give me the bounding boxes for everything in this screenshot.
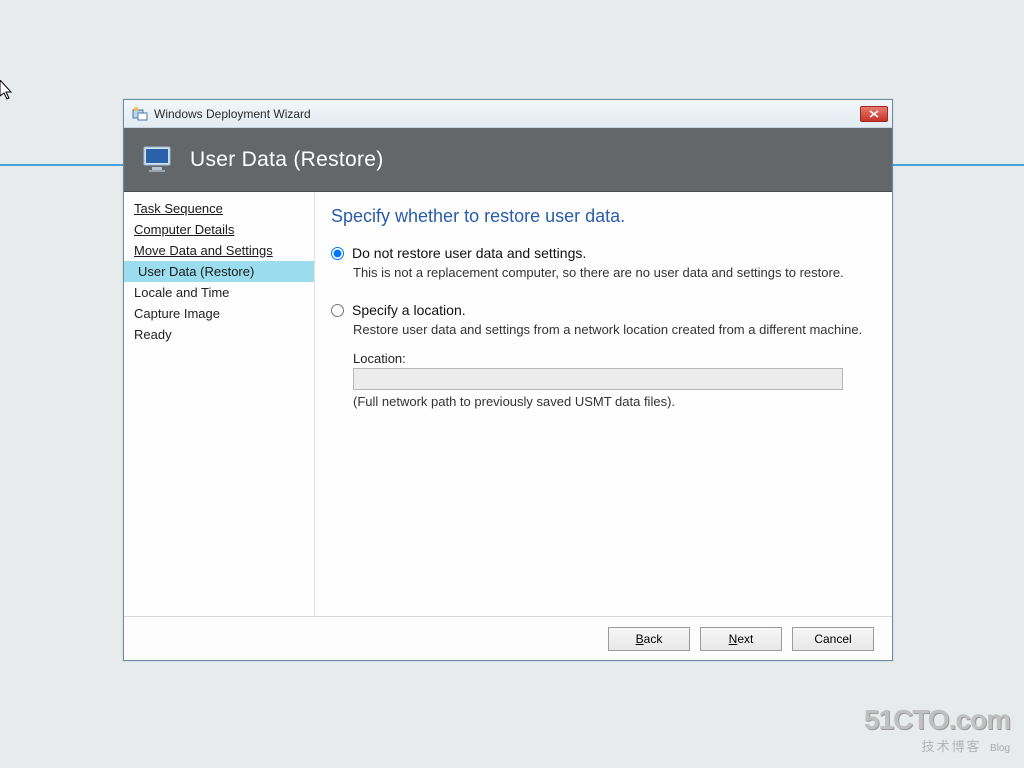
sidebar-item-computer-details[interactable]: Computer Details bbox=[124, 219, 314, 240]
close-icon bbox=[869, 110, 879, 118]
sidebar-item-move-data[interactable]: Move Data and Settings bbox=[124, 240, 314, 261]
option1-desc: This is not a replacement computer, so t… bbox=[353, 265, 866, 280]
back-button[interactable]: Back bbox=[608, 627, 690, 651]
close-button[interactable] bbox=[860, 106, 888, 122]
location-input bbox=[353, 368, 843, 390]
radio-specify-location-label[interactable]: Specify a location. bbox=[352, 302, 466, 318]
cursor-icon bbox=[0, 80, 16, 102]
monitor-icon bbox=[142, 145, 176, 175]
sidebar-item-user-data-restore[interactable]: User Data (Restore) bbox=[124, 261, 314, 282]
watermark: 51CTO.com 技术博客 Blog bbox=[864, 704, 1010, 756]
sidebar-item-capture-image: Capture Image bbox=[124, 303, 314, 324]
location-label: Location: bbox=[353, 351, 866, 366]
sidebar-item-ready: Ready bbox=[124, 324, 314, 345]
page-title: User Data (Restore) bbox=[190, 148, 384, 172]
watermark-logo: 51CTO.com bbox=[864, 704, 1010, 736]
radio-specify-location[interactable] bbox=[331, 304, 344, 317]
titlebar[interactable]: Windows Deployment Wizard bbox=[124, 100, 892, 128]
window-title: Windows Deployment Wizard bbox=[154, 107, 311, 121]
watermark-subtitle: 技术博客 bbox=[922, 739, 982, 754]
sidebar: Task Sequence Computer Details Move Data… bbox=[124, 192, 315, 616]
content-heading: Specify whether to restore user data. bbox=[331, 206, 866, 227]
sidebar-item-locale-time: Locale and Time bbox=[124, 282, 314, 303]
cancel-button[interactable]: Cancel bbox=[792, 627, 874, 651]
next-button[interactable]: Next bbox=[700, 627, 782, 651]
sidebar-item-task-sequence[interactable]: Task Sequence bbox=[124, 198, 314, 219]
watermark-tag: Blog bbox=[990, 743, 1010, 754]
content-panel: Specify whether to restore user data. Do… bbox=[315, 192, 892, 616]
app-icon bbox=[132, 106, 148, 122]
footer: Back Next Cancel bbox=[124, 616, 892, 660]
option2-desc: Restore user data and settings from a ne… bbox=[353, 322, 866, 337]
radio-do-not-restore-label[interactable]: Do not restore user data and settings. bbox=[352, 245, 586, 261]
header-band: User Data (Restore) bbox=[124, 128, 892, 192]
wizard-window: Windows Deployment Wizard User Data (Res… bbox=[123, 99, 893, 661]
location-hint: (Full network path to previously saved U… bbox=[353, 394, 866, 409]
radio-do-not-restore[interactable] bbox=[331, 247, 344, 260]
